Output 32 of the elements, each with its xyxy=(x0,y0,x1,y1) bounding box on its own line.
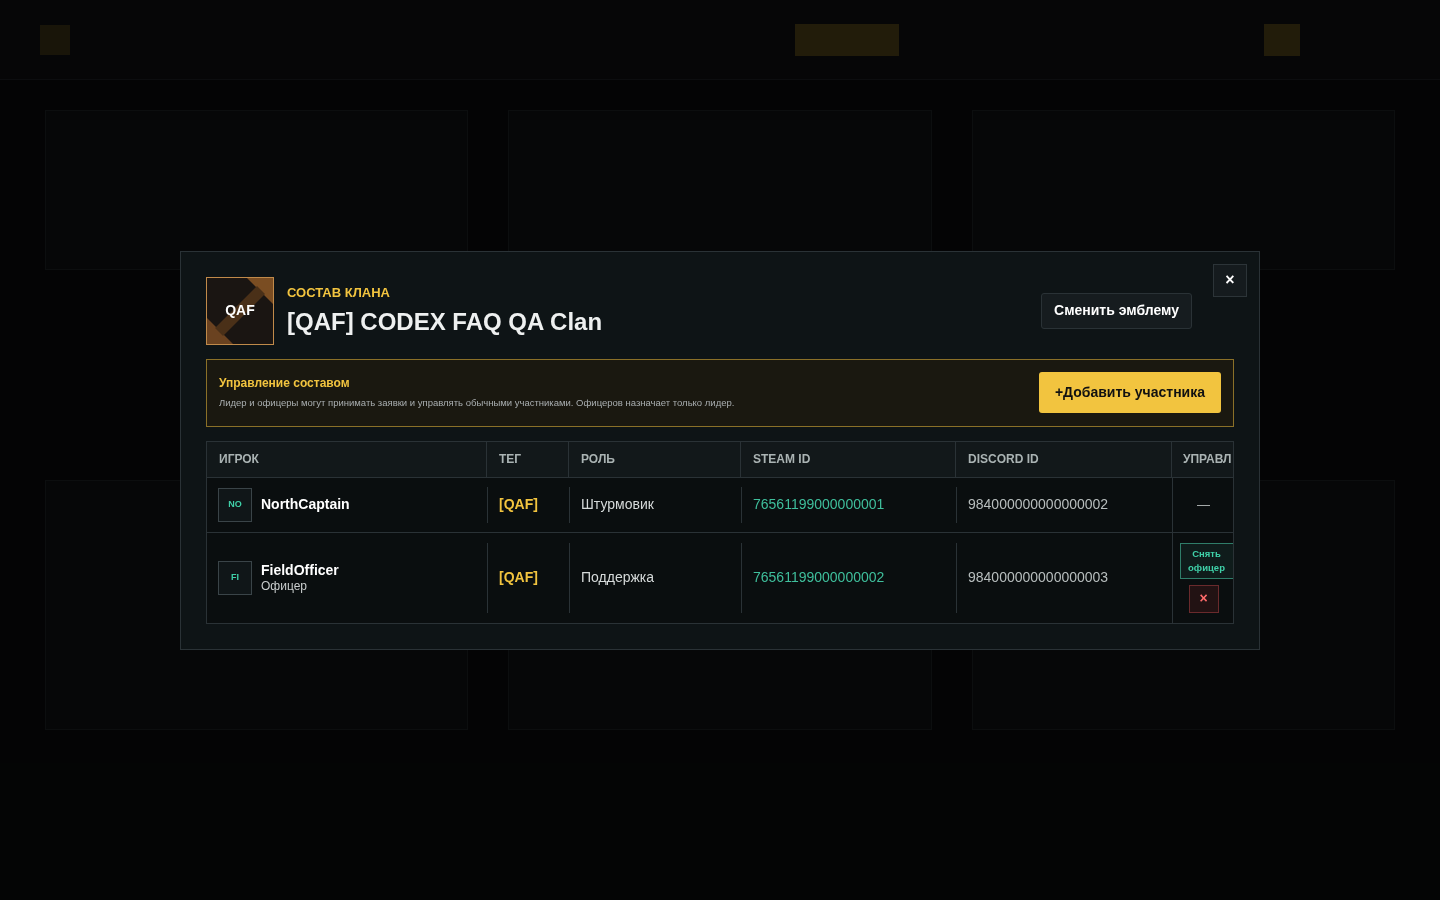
player-name: FieldOfficer xyxy=(261,561,339,579)
avatar-badge: FI xyxy=(218,560,252,595)
steam-id: 76561199000000001 xyxy=(753,495,885,514)
avatar-badge: NO xyxy=(218,487,252,522)
steam-id: 76561199000000002 xyxy=(753,568,885,587)
column-header: STEAM ID xyxy=(753,451,811,468)
player-rank: Офицер xyxy=(261,578,308,594)
column-header: ТЕГ xyxy=(499,451,522,468)
modal-eyebrow: СОСТАВ КЛАНА xyxy=(287,284,391,301)
discord-id: 984000000000000003 xyxy=(968,568,1109,587)
notice-title: Управление составом xyxy=(219,375,351,393)
close-button[interactable]: × xyxy=(1213,263,1247,297)
modal-title: [QAF] CODEX FAQ QA Clan xyxy=(287,306,603,337)
column-header: РОЛЬ xyxy=(581,451,615,468)
change-emblem-button[interactable]: Сменить эмблему xyxy=(1041,292,1192,329)
emblem-label: QAF xyxy=(225,301,255,320)
player-role: Штурмовик xyxy=(581,495,654,514)
clan-tag: [QAF] xyxy=(499,494,538,515)
discord-id: 984000000000000002 xyxy=(968,495,1109,514)
notice-text: Лидер и офицеры могут принимать заявки и управлять обычными участниками. Офицеров назначает только лидер. xyxy=(219,396,736,411)
player-role: Поддержка xyxy=(581,568,655,587)
empty-value: — xyxy=(1197,495,1210,514)
remove-member-button[interactable]: × xyxy=(1188,584,1219,613)
column-header: УПРАВЛ xyxy=(1183,451,1232,468)
add-member-button[interactable]: +Добавить участника xyxy=(1038,372,1221,413)
clan-tag: [QAF] xyxy=(499,567,538,588)
clan-emblem xyxy=(206,276,274,345)
column-header: DISCORD ID xyxy=(968,451,1039,468)
column-header: ИГРОК xyxy=(219,451,259,468)
demote-officer-button[interactable]: Снять офицер xyxy=(1179,542,1233,579)
nav-tab[interactable] xyxy=(795,23,899,56)
player-name: NorthCaptain xyxy=(261,496,350,513)
